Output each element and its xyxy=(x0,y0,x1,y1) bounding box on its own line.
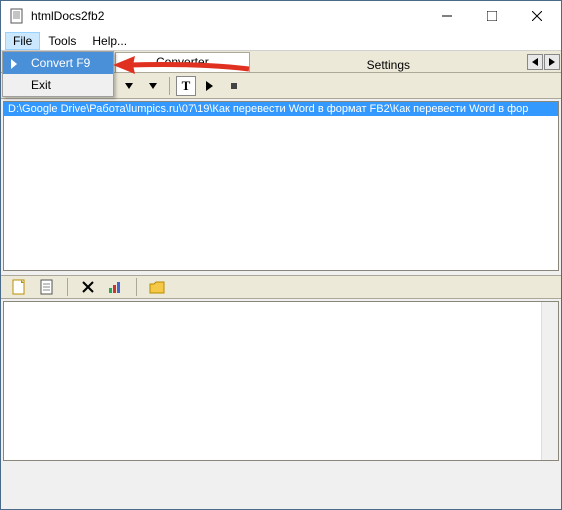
submenu-arrow-icon xyxy=(11,58,19,72)
folder-button[interactable] xyxy=(147,277,167,297)
file-list[interactable]: D:\Google Drive\Работа\lumpics.ru\07\19\… xyxy=(3,101,559,271)
menubar: File Tools Help... xyxy=(1,31,561,51)
toolbar-bottom xyxy=(1,275,561,299)
menu-exit[interactable]: Exit xyxy=(3,74,113,96)
dropdown-btn-2[interactable] xyxy=(143,76,163,96)
stop-button[interactable] xyxy=(224,76,244,96)
maximize-button[interactable] xyxy=(469,2,514,30)
tab-converter-label: Converter xyxy=(156,55,209,69)
scrollbar[interactable] xyxy=(541,302,558,460)
file-dropdown: Convert F9 Exit xyxy=(2,51,114,97)
tab-converter[interactable]: Converter xyxy=(115,52,250,72)
dropdown-btn-1[interactable] xyxy=(119,76,139,96)
menu-convert[interactable]: Convert F9 xyxy=(3,52,113,74)
tab-settings[interactable]: Settings xyxy=(250,56,527,72)
app-icon xyxy=(9,8,25,24)
play-button[interactable] xyxy=(200,76,220,96)
new-doc-button[interactable] xyxy=(9,277,29,297)
menu-help[interactable]: Help... xyxy=(84,32,135,50)
menu-tools[interactable]: Tools xyxy=(40,32,84,50)
tab-scroll-left[interactable] xyxy=(527,54,543,70)
separator xyxy=(67,278,68,296)
window-title: htmlDocs2fb2 xyxy=(31,9,424,23)
tab-settings-label: Settings xyxy=(367,58,410,72)
doc-button[interactable] xyxy=(37,277,57,297)
menu-file[interactable]: File xyxy=(5,32,40,50)
menu-convert-label: Convert F9 xyxy=(31,56,90,70)
chart-button[interactable] xyxy=(106,277,126,297)
output-pane[interactable] xyxy=(3,301,559,461)
tab-scroll-right[interactable] xyxy=(544,54,560,70)
window-controls xyxy=(424,2,559,30)
delete-button[interactable] xyxy=(78,277,98,297)
separator xyxy=(136,278,137,296)
close-button[interactable] xyxy=(514,2,559,30)
menu-exit-label: Exit xyxy=(31,78,51,92)
text-tool-button[interactable]: T xyxy=(176,76,196,96)
app-window: htmlDocs2fb2 File Tools Help... Convert … xyxy=(0,0,562,510)
list-item[interactable]: D:\Google Drive\Работа\lumpics.ru\07\19\… xyxy=(4,102,558,116)
separator xyxy=(169,77,170,95)
minimize-button[interactable] xyxy=(424,2,469,30)
titlebar: htmlDocs2fb2 xyxy=(1,1,561,31)
